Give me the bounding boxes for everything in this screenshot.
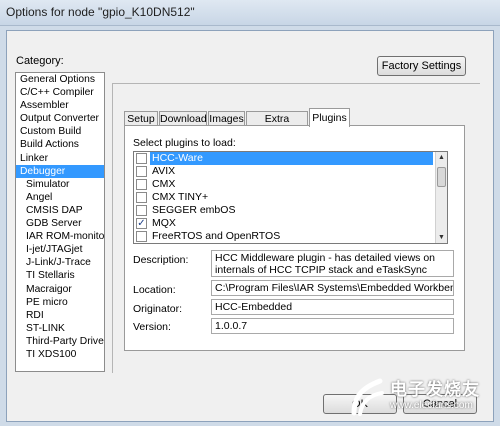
category-item[interactable]: TI Stellaris bbox=[16, 269, 104, 282]
category-item[interactable]: TI XDS100 bbox=[16, 348, 104, 361]
category-item[interactable]: Debugger bbox=[16, 164, 104, 178]
factory-settings-button[interactable]: Factory Settings bbox=[377, 56, 466, 76]
plugin-checkbox[interactable] bbox=[136, 179, 147, 190]
description-field: HCC Middleware plugin - has detailed vie… bbox=[211, 250, 454, 277]
category-item[interactable]: Custom Build bbox=[16, 125, 104, 138]
watermark-logo-icon bbox=[351, 378, 384, 416]
category-item[interactable]: ST-LINK bbox=[16, 322, 104, 335]
category-item[interactable]: RDI bbox=[16, 309, 104, 322]
location-label: Location: bbox=[133, 284, 176, 296]
tab-extra-options[interactable]: Extra Options bbox=[246, 111, 308, 139]
version-label: Version: bbox=[133, 321, 171, 333]
category-item[interactable]: I-jet/JTAGjet bbox=[16, 243, 104, 256]
originator-label: Originator: bbox=[133, 303, 183, 315]
plugin-name: MQX bbox=[152, 217, 176, 229]
category-item[interactable]: Build Actions bbox=[16, 138, 104, 151]
category-item[interactable]: J-Link/J-Trace bbox=[16, 256, 104, 269]
tab-download[interactable]: Download bbox=[159, 111, 207, 126]
plugin-list-scrollbar[interactable]: ▲ ▼ bbox=[435, 152, 447, 243]
scroll-thumb[interactable] bbox=[437, 167, 446, 187]
plugin-checkbox[interactable] bbox=[136, 166, 147, 177]
category-item[interactable]: General Options bbox=[16, 73, 104, 86]
plugin-name: AVIX bbox=[152, 165, 176, 177]
plugin-name: HCC-Ware bbox=[150, 152, 433, 165]
plugin-name: CMX bbox=[152, 178, 176, 190]
tab-plugins[interactable]: Plugins bbox=[309, 108, 350, 127]
tab-images[interactable]: Images bbox=[208, 111, 245, 126]
category-item[interactable]: PE micro bbox=[16, 296, 104, 309]
category-item[interactable]: C/C++ Compiler bbox=[16, 86, 104, 99]
window-title: Options for node "gpio_K10DN512" bbox=[6, 5, 195, 19]
category-item[interactable]: Output Converter bbox=[16, 112, 104, 125]
watermark-url: www.elecfans.com bbox=[390, 400, 473, 411]
category-item[interactable]: Assembler bbox=[16, 99, 104, 112]
plugin-checkbox[interactable] bbox=[136, 192, 147, 203]
title-bar: Options for node "gpio_K10DN512" bbox=[0, 0, 500, 26]
watermark: 电子发烧友 www.elecfans.com bbox=[342, 373, 492, 421]
description-label: Description: bbox=[133, 254, 189, 266]
category-item[interactable]: CMSIS DAP bbox=[16, 204, 104, 217]
category-item[interactable]: Macraigor bbox=[16, 283, 104, 296]
plugin-name: CMX TINY+ bbox=[152, 191, 209, 203]
category-item[interactable]: Linker bbox=[16, 152, 104, 165]
plugin-name: SEGGER embOS bbox=[152, 204, 236, 216]
category-item[interactable]: Angel bbox=[16, 191, 104, 204]
plugin-list[interactable]: FreeRTOS and OpenRTOS ✓ MQX SEGGER embOS CMX… bbox=[133, 151, 448, 244]
originator-field: HCC-Embedded bbox=[211, 299, 454, 315]
plugin-checkbox[interactable] bbox=[136, 153, 147, 164]
watermark-text: 电子发烧友 bbox=[390, 380, 480, 399]
category-item[interactable]: IAR ROM-monitor bbox=[16, 230, 104, 243]
plugin-checkbox[interactable]: ✓ bbox=[136, 218, 147, 229]
scroll-down-icon[interactable]: ▼ bbox=[436, 232, 447, 243]
category-item[interactable]: GDB Server bbox=[16, 217, 104, 230]
location-field: C:\Program Files\IAR Systems\Embedded Wo… bbox=[211, 280, 454, 296]
plugin-checkbox[interactable] bbox=[136, 205, 147, 216]
scroll-up-icon[interactable]: ▲ bbox=[436, 152, 447, 163]
category-label: Category: bbox=[16, 55, 64, 67]
plugin-name: FreeRTOS and OpenRTOS bbox=[152, 230, 281, 242]
select-plugins-label: Select plugins to load: bbox=[133, 137, 236, 149]
tab-setup[interactable]: Setup bbox=[124, 111, 158, 126]
plugin-checkbox[interactable] bbox=[136, 231, 147, 242]
category-item[interactable]: Third-Party Driver bbox=[16, 335, 104, 348]
category-list[interactable]: General Options C/C++ Compiler Assembler Ou… bbox=[15, 72, 105, 372]
category-item[interactable]: Simulator bbox=[16, 178, 104, 191]
version-field: 1.0.0.7 bbox=[211, 318, 454, 334]
